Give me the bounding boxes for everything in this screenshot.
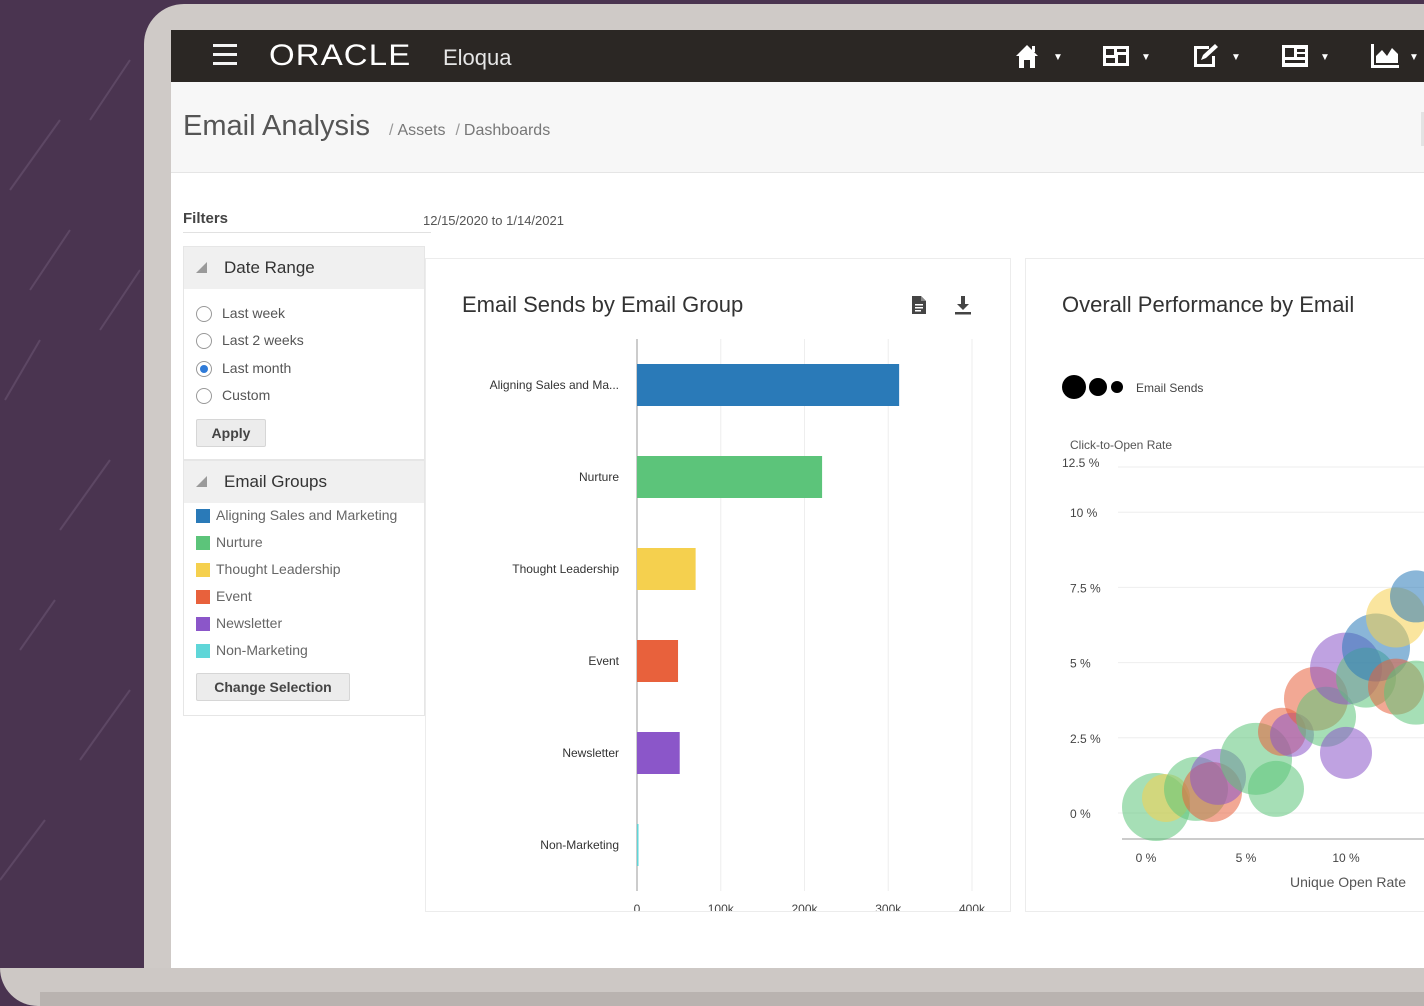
legend-bubble-large xyxy=(1062,375,1086,399)
page-header: Email Analysis / Assets / Dashboards xyxy=(171,82,1424,173)
bar[interactable] xyxy=(637,364,900,406)
x-tick-label: 0 % xyxy=(1136,851,1157,865)
y-tick-label: 12.5 % xyxy=(1062,456,1100,470)
legend-bubble-medium xyxy=(1089,378,1107,396)
x-tick-label: 5 % xyxy=(1236,851,1257,865)
color-swatch xyxy=(196,590,210,605)
date-range-header[interactable]: Date Range xyxy=(184,247,424,289)
radio-custom[interactable]: Custom xyxy=(196,387,270,405)
home-icon[interactable]: ▼ xyxy=(1013,42,1065,70)
filters-label: Filters xyxy=(183,210,229,227)
email-group-item: Newsletter xyxy=(196,615,282,632)
legend-bubble-small xyxy=(1111,381,1123,393)
bar[interactable] xyxy=(637,456,823,498)
contacts-icon[interactable]: ▼ xyxy=(1280,42,1332,70)
date-range-title: Date Range xyxy=(224,258,315,277)
top-nav-bar: ORACLE Eloqua ▼ ▼ ▼ ▼ ▼ xyxy=(171,30,1424,82)
color-swatch xyxy=(196,563,210,578)
email-groups-title: Email Groups xyxy=(224,472,327,491)
x-tick-label: 100k xyxy=(708,902,735,911)
email-groups-header[interactable]: Email Groups xyxy=(184,461,424,503)
x-tick-label: 200k xyxy=(791,902,818,911)
bar[interactable] xyxy=(637,640,679,682)
x-tick-label: 300k xyxy=(875,902,902,911)
radio-last-week[interactable]: Last week xyxy=(196,305,285,323)
radio-button-selected[interactable] xyxy=(196,361,212,378)
category-label: Aligning Sales and Ma... xyxy=(490,378,619,392)
collapse-triangle-icon xyxy=(196,262,207,273)
y-axis-label: Click-to-Open Rate xyxy=(1070,438,1172,452)
chevron-down-icon: ▼ xyxy=(1053,52,1063,63)
radio-button[interactable] xyxy=(196,388,212,405)
x-axis-label: Unique Open Rate xyxy=(1290,874,1406,890)
category-label: Thought Leadership xyxy=(512,562,619,576)
email-group-item: Non-Marketing xyxy=(196,642,308,659)
overall-performance-chart-card: Overall Performance by Email Email Sends… xyxy=(1025,258,1424,912)
collapse-triangle-icon xyxy=(196,476,207,487)
chevron-down-icon: ▼ xyxy=(1141,52,1151,63)
date-range-panel: Date Range Last week Last 2 weeks Last m… xyxy=(183,246,425,460)
app-screen: ORACLE Eloqua ▼ ▼ ▼ ▼ ▼ Email Analysis /… xyxy=(171,30,1424,968)
date-range-text: 12/15/2020 to 1/14/2021 xyxy=(423,213,564,228)
category-label: Non-Marketing xyxy=(540,838,619,852)
breadcrumb-assets[interactable]: Assets xyxy=(397,122,445,139)
laptop-base-shadow xyxy=(40,992,1424,1006)
category-label: Newsletter xyxy=(562,746,619,760)
bar[interactable] xyxy=(637,824,639,866)
filters-divider xyxy=(183,232,431,233)
color-swatch xyxy=(196,617,210,632)
y-tick-label: 0 % xyxy=(1070,807,1091,821)
analytics-icon[interactable]: ▼ xyxy=(1369,42,1421,70)
bar-chart: 0 100k 200k 300k 400k Aligning Sales and Ma..… xyxy=(490,339,986,911)
bar[interactable] xyxy=(637,548,696,590)
y-tick-label: 7.5 % xyxy=(1070,581,1101,595)
x-tick-label: 400k xyxy=(959,902,986,911)
category-label: Nurture xyxy=(579,470,619,484)
radio-last-month[interactable]: Last month xyxy=(196,360,291,378)
apply-button[interactable]: Apply xyxy=(196,419,266,447)
legend-label: Email Sends xyxy=(1136,381,1203,395)
bar[interactable] xyxy=(637,732,680,774)
chevron-down-icon: ▼ xyxy=(1409,52,1419,63)
email-group-item: Thought Leadership xyxy=(196,561,341,578)
oracle-logo: ORACLE xyxy=(269,39,412,72)
y-tick-label: 2.5 % xyxy=(1070,732,1101,746)
bubble-point[interactable] xyxy=(1320,726,1372,779)
chevron-down-icon: ▼ xyxy=(1231,52,1241,63)
bubble-chart: Email Sends Click-to-Open Rate 12.5 % 10 % 7… xyxy=(1062,375,1424,890)
radio-button[interactable] xyxy=(196,333,212,350)
x-tick-label: 0 xyxy=(634,902,641,911)
email-groups-panel: Email Groups Aligning Sales and Marketin… xyxy=(183,460,425,716)
email-group-item: Aligning Sales and Marketing xyxy=(196,507,397,524)
radio-last-2-weeks[interactable]: Last 2 weeks xyxy=(196,332,304,350)
color-swatch xyxy=(196,644,210,659)
x-tick-label: 10 % xyxy=(1332,851,1360,865)
email-sends-chart-card: Email Sends by Email Group 0 100k 200k 300k… xyxy=(425,258,1011,912)
category-label: Event xyxy=(588,654,619,668)
color-swatch xyxy=(196,509,210,524)
breadcrumb-dashboards[interactable]: Dashboards xyxy=(464,122,550,139)
y-tick-label: 5 % xyxy=(1070,657,1091,671)
color-swatch xyxy=(196,536,210,551)
product-name: Eloqua xyxy=(443,45,512,70)
edit-icon[interactable]: ▼ xyxy=(1191,42,1243,70)
radio-button[interactable] xyxy=(196,306,212,323)
breadcrumb: / Assets / Dashboards xyxy=(389,122,551,139)
hamburger-menu-icon[interactable] xyxy=(213,44,237,66)
change-selection-button[interactable]: Change Selection xyxy=(196,673,350,701)
bubble-point[interactable] xyxy=(1248,760,1304,817)
email-group-item: Event xyxy=(196,588,252,605)
dashboard-icon[interactable]: ▼ xyxy=(1101,42,1153,70)
page-title: Email Analysis xyxy=(183,110,370,142)
y-tick-label: 10 % xyxy=(1070,506,1098,520)
chevron-down-icon: ▼ xyxy=(1320,52,1330,63)
email-group-item: Nurture xyxy=(196,534,263,551)
